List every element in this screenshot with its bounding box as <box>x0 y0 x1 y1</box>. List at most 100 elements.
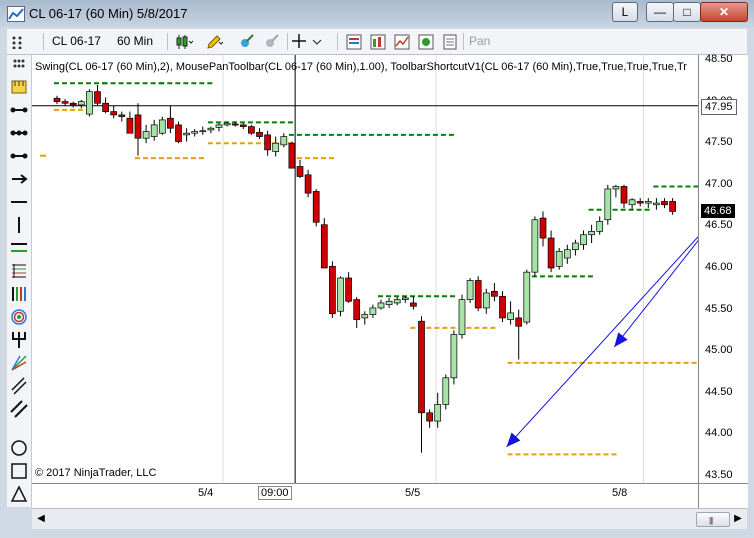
candle-body <box>612 186 620 190</box>
global-draw-icon[interactable] <box>262 33 280 51</box>
price-plot[interactable] <box>32 55 733 483</box>
candle-body <box>312 191 320 223</box>
extended-line-icon[interactable] <box>10 239 28 257</box>
copyright-label: © 2017 NinjaTrader, LLC <box>35 467 157 479</box>
triangle-icon[interactable] <box>10 485 28 503</box>
candle-body <box>661 201 668 206</box>
candle-body <box>466 280 474 300</box>
toolbar-separator <box>287 33 288 50</box>
period-selector[interactable]: 60 Min <box>117 34 153 48</box>
candle-body <box>653 202 660 206</box>
candle-body <box>94 91 101 104</box>
candle-body <box>77 101 85 106</box>
candlestick-style-icon[interactable] <box>175 33 193 51</box>
time-range-icon[interactable] <box>10 147 28 165</box>
candle-body <box>393 299 401 304</box>
candle-body <box>385 300 393 305</box>
candle-body <box>134 114 142 139</box>
ruler-icon[interactable] <box>10 78 28 96</box>
candle-body <box>199 130 207 133</box>
price-range-icon[interactable] <box>10 124 28 142</box>
candle-body <box>474 280 482 309</box>
fibonacci-circle-icon[interactable] <box>10 308 28 326</box>
candle-body <box>644 201 652 204</box>
close-button[interactable]: ✕ <box>700 2 748 22</box>
candle-body <box>215 124 223 128</box>
candle-body <box>442 377 450 405</box>
scroll-right-button[interactable]: ▶ <box>731 512 745 526</box>
magnet-icon[interactable] <box>237 33 255 51</box>
gann-fan-icon[interactable] <box>10 354 28 372</box>
y-tick-label: 44.50 <box>705 385 733 398</box>
candle-body <box>110 111 118 116</box>
candle-body <box>175 124 182 142</box>
candle-body <box>248 126 255 134</box>
candle-body <box>531 219 539 273</box>
x-tick-label: 5/8 <box>612 487 628 499</box>
candle-body <box>572 242 579 251</box>
minimize-button[interactable]: — <box>646 2 674 22</box>
pan-button[interactable]: Pan <box>469 34 490 48</box>
candle-body <box>555 251 563 267</box>
time-axis[interactable]: 5/4 09:00 5/5 5/8 <box>32 483 698 508</box>
vertical-line-icon[interactable] <box>10 216 28 234</box>
y-tick-label: 43.50 <box>705 469 733 481</box>
crosshair-icon[interactable] <box>291 33 309 51</box>
candle-body <box>604 188 612 221</box>
title-bar[interactable]: CL 06-17 (60 Min) 5/8/2017 L — □ ✕ <box>0 0 754 27</box>
scroll-left-button[interactable]: ◀ <box>34 512 48 526</box>
scrollbar-thumb[interactable]: ||| <box>696 512 730 527</box>
trend-channel-icon[interactable] <box>10 400 28 418</box>
candle-body <box>361 314 369 319</box>
templates-icon[interactable] <box>441 33 459 51</box>
candle-body <box>418 320 425 414</box>
candle-body <box>434 404 442 422</box>
candle-body <box>304 174 312 194</box>
candle-body <box>547 237 555 269</box>
y-tick-label: 47.50 <box>705 136 733 149</box>
andrews-pitchfork-icon[interactable] <box>10 331 28 349</box>
properties-icon[interactable] <box>345 33 363 51</box>
link-button[interactable]: L <box>612 2 638 22</box>
candle-body <box>580 234 587 246</box>
regression-channel-icon[interactable] <box>10 377 28 395</box>
rectangle-icon[interactable] <box>10 462 28 480</box>
candle-body <box>102 102 109 112</box>
candle-body <box>369 307 377 315</box>
arrow-line-short <box>613 211 722 348</box>
price-axis[interactable]: 48.5048.0047.5047.0046.5046.0045.5045.00… <box>698 53 748 483</box>
candle-body <box>353 299 361 320</box>
line-chart-icon[interactable] <box>393 33 411 51</box>
window-title: CL 06-17 (60 Min) 5/8/2017 <box>29 6 188 21</box>
candle-body <box>377 302 385 309</box>
candle-body <box>223 122 231 126</box>
indicator-label: Swing(CL 06-17 (60 Min),2), MousePanTool… <box>35 61 687 73</box>
x-tick-label: 5/5 <box>405 487 421 499</box>
risk-reward-icon[interactable] <box>10 101 28 119</box>
grip-icon: ||| <box>709 516 713 525</box>
arrow-head <box>614 332 628 348</box>
horizontal-line-icon[interactable] <box>10 193 28 211</box>
candle-body <box>296 166 304 177</box>
chevron-down-icon[interactable] <box>311 33 329 51</box>
ellipse-icon[interactable] <box>10 439 28 457</box>
toolbar-separator <box>43 33 44 50</box>
candle-body <box>596 221 604 232</box>
fibonacci-extension-icon[interactable] <box>10 285 28 303</box>
ninjatrader-app-icon <box>7 6 25 22</box>
price-panel[interactable] <box>32 55 733 483</box>
maximize-button[interactable]: □ <box>673 2 701 22</box>
horizontal-scrollbar[interactable]: ◀ ||| ▶ <box>32 508 747 529</box>
candle-body <box>499 295 506 319</box>
arrow-line-icon[interactable] <box>10 170 28 188</box>
grip-icon[interactable] <box>11 35 25 49</box>
fibonacci-retracement-icon[interactable] <box>10 262 28 280</box>
candle-body <box>588 231 595 236</box>
data-box-icon[interactable] <box>417 33 435 51</box>
drawbar-grip-icon[interactable] <box>10 57 28 75</box>
candle-body <box>280 136 288 146</box>
instrument-selector[interactable]: CL 06-17 <box>52 34 101 48</box>
candle-body <box>207 127 215 131</box>
pencil-icon[interactable] <box>205 33 223 51</box>
bar-chart-icon[interactable] <box>369 33 387 51</box>
